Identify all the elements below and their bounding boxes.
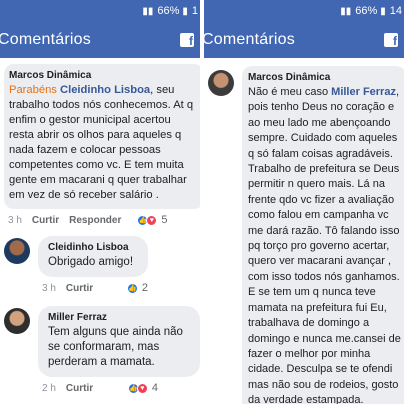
left-screenshot: ▮▮ 66% ▮ 1 Comentários f Marcos Dinâmica…: [0, 0, 200, 404]
facebook-icon[interactable]: f: [384, 33, 398, 47]
comment-bubble: Cleidinho Lisboa Obrigado amigo!: [38, 236, 148, 277]
right-screenshot: ▮▮ 66% ▮ 14 Comentários f Marcos Dinâmic…: [204, 0, 404, 404]
page-title: Comentários: [204, 31, 295, 48]
comment-bubble: Marcos Dinâmica Não é meu caso Miller Fe…: [242, 66, 404, 404]
reaction-summary[interactable]: 👍 ♥ 4: [127, 382, 158, 394]
love-reaction-icon: ♥: [136, 382, 148, 394]
like-button[interactable]: Curtir: [32, 215, 59, 226]
reaction-summary[interactable]: 👍 2: [126, 282, 148, 294]
mention-link[interactable]: Miller Ferraz: [331, 86, 396, 98]
comment-text: Parabéns Cleidinho Lisboa, seu trabalho …: [9, 83, 196, 203]
reaction-count: 2: [141, 282, 148, 294]
comment-text: Não é meu caso Miller Ferraz, pois tenho…: [248, 85, 402, 404]
like-reaction-icon: 👍: [126, 282, 138, 294]
status-bar: ▮▮ 66% ▮ 1: [0, 0, 200, 22]
reaction-count: 4: [151, 382, 158, 394]
comment: Marcos Dinâmica Parabéns Cleidinho Lisbo…: [4, 64, 200, 231]
battery-icon: ▮: [380, 5, 386, 17]
signal-icon: ▮▮: [142, 5, 154, 17]
comment-author[interactable]: Cleidinho Lisboa: [48, 242, 138, 253]
app-header: Comentários f: [0, 22, 200, 58]
avatar[interactable]: [208, 70, 234, 96]
avatar[interactable]: [4, 238, 30, 264]
battery-level: 66%: [157, 5, 180, 17]
app-header: Comentários f: [204, 22, 404, 58]
comment-time: 3 h: [8, 214, 22, 226]
comment-author[interactable]: Marcos Dinâmica: [248, 72, 402, 83]
comment-author[interactable]: Marcos Dinâmica: [9, 70, 196, 81]
comment-bubble: Miller Ferraz Tem alguns que ainda não s…: [38, 306, 200, 377]
congrats-word: Parabéns: [9, 84, 57, 96]
reaction-summary[interactable]: 👍 ♥ 5: [137, 214, 168, 226]
comment-actions: 2 h Curtir 👍 ♥ 4: [38, 377, 158, 399]
facebook-icon[interactable]: f: [180, 33, 194, 47]
like-button[interactable]: Curtir: [66, 283, 93, 294]
like-button[interactable]: Curtir: [66, 383, 93, 394]
comment-body: , seu trabalho todos nós conhecemos. At …: [9, 84, 194, 201]
signal-icon: ▮▮: [340, 5, 352, 17]
comment-intro: Não é meu caso: [248, 86, 332, 98]
clock: 1: [191, 5, 198, 17]
comment-actions: 3 h Curtir Responder 👍 ♥ 5: [4, 209, 200, 231]
reaction-count: 5: [161, 214, 168, 226]
reply-button[interactable]: Responder: [69, 215, 121, 226]
comment-body: , pois tenho Deus no coração e ao meu la…: [248, 86, 401, 404]
clock: 14: [389, 5, 402, 17]
comment: Cleidinho Lisboa Obrigado amigo! 3 h Cur…: [38, 236, 148, 299]
comment-time: 2 h: [42, 382, 56, 394]
avatar[interactable]: [4, 308, 30, 334]
battery-level: 66%: [355, 5, 378, 17]
battery-icon: ▮: [182, 5, 188, 17]
comment-text: Tem alguns que ainda não se conformaram,…: [48, 326, 183, 368]
comment: Miller Ferraz Tem alguns que ainda não s…: [38, 306, 200, 399]
comment: Marcos Dinâmica Não é meu caso Miller Fe…: [242, 66, 404, 404]
love-reaction-icon: ♥: [146, 214, 158, 226]
comment-time: 3 h: [42, 282, 56, 294]
mention-link[interactable]: Cleidinho Lisboa: [60, 84, 150, 96]
comment-actions: 3 h Curtir 👍 2: [38, 277, 148, 299]
comment-bubble: Marcos Dinâmica Parabéns Cleidinho Lisbo…: [4, 64, 200, 209]
comment-author[interactable]: Miller Ferraz: [48, 312, 190, 323]
page-title: Comentários: [0, 31, 91, 48]
comment-text: Obrigado amigo!: [48, 256, 134, 268]
status-bar: ▮▮ 66% ▮ 14: [204, 0, 404, 22]
